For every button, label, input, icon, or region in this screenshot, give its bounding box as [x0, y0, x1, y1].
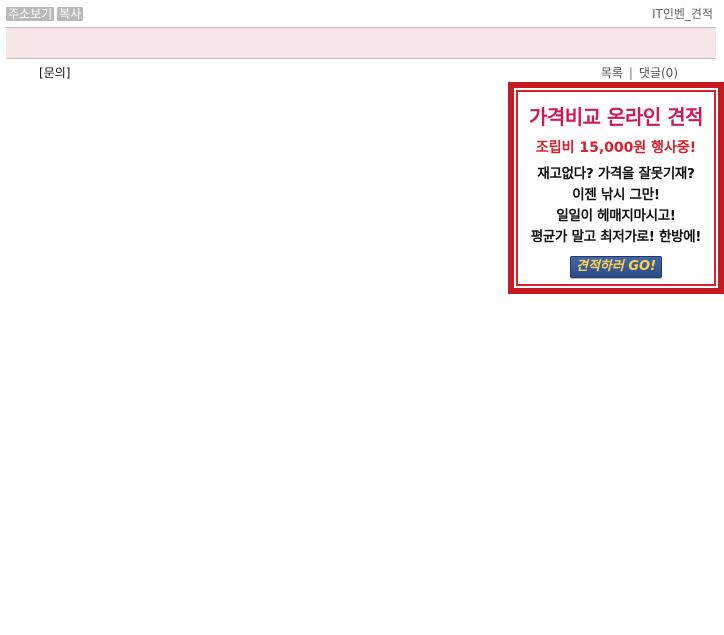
- ad-banner[interactable]: 가격비교 온라인 견적 조립비 15,000원 행사중! 재고없다? 가격을 잘…: [508, 82, 724, 294]
- ad-promo: 조립비 15,000원 행사중!: [535, 140, 697, 156]
- actions-divider: |: [628, 66, 633, 80]
- post-title-band: [6, 27, 716, 59]
- ad-line: 이젠 낚시 그만!: [572, 187, 660, 203]
- list-link[interactable]: 목록: [601, 66, 623, 80]
- ad-title: 가격비교 온라인 견적: [528, 105, 704, 129]
- ad-line: 재고없다? 가격을 잘못기재?: [537, 166, 695, 182]
- ad-cta-button[interactable]: 견적하러 GO!: [569, 256, 663, 278]
- show-address-button[interactable]: 주소보기: [6, 7, 55, 21]
- post-actions: 목록 | 댓글 (0): [601, 66, 678, 80]
- ad-lines: 재고없다? 가격을 잘못기재? 이젠 낚시 그만! 일일이 헤매지마시고! 평균…: [518, 164, 714, 248]
- comments-link[interactable]: 댓글 (0): [639, 66, 678, 80]
- ad-banner-frame: 가격비교 온라인 견적 조립비 15,000원 행사중! 재고없다? 가격을 잘…: [514, 88, 718, 288]
- site-title[interactable]: IT인벤_견적: [652, 7, 713, 21]
- ad-banner-content: 가격비교 온라인 견적 조립비 15,000원 행사중! 재고없다? 가격을 잘…: [516, 90, 716, 286]
- comments-count: (0): [661, 66, 678, 80]
- copy-button[interactable]: 복사: [57, 7, 84, 21]
- ad-line: 평균가 말고 최저가로! 한방에!: [530, 229, 702, 245]
- top-toolbar: 주소보기 복사: [6, 7, 84, 21]
- post-category: [문의]: [39, 66, 71, 80]
- comments-label: 댓글: [638, 66, 661, 80]
- ad-line: 일일이 헤매지마시고!: [556, 208, 676, 224]
